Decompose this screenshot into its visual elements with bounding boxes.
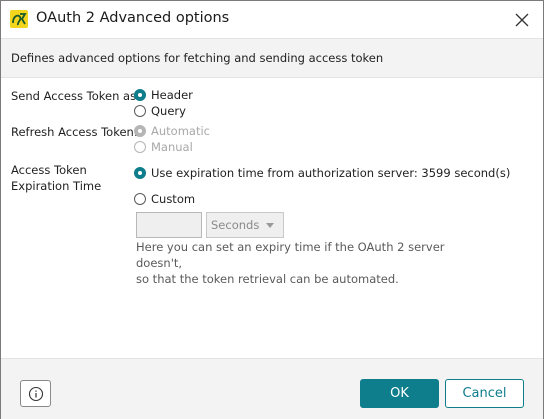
close-button[interactable] — [511, 9, 533, 31]
radio-indicator — [134, 193, 146, 205]
radio-manual-label: Manual — [151, 140, 193, 154]
dialog-description: Defines advanced options for fetching an… — [11, 51, 384, 65]
expiration-unit-select[interactable]: Seconds — [206, 212, 284, 238]
info-icon — [28, 386, 44, 402]
cancel-button[interactable]: Cancel — [445, 379, 524, 408]
radio-indicator — [134, 89, 146, 101]
radio-custom[interactable]: Custom — [134, 191, 195, 207]
radio-server-expiration[interactable]: Use expiration time from authorization s… — [134, 165, 510, 181]
radio-indicator — [134, 167, 146, 179]
radio-header-label: Header — [151, 88, 193, 102]
hint-line2: so that the token retrieval can be autom… — [136, 272, 399, 286]
radio-server-expiration-label: Use expiration time from authorization s… — [151, 166, 511, 180]
radio-automatic-label: Automatic — [151, 124, 210, 138]
radio-custom-label: Custom — [151, 192, 196, 206]
refresh-token-label: Refresh Access Token: — [11, 125, 138, 139]
dialog-footer: OK Cancel — [1, 358, 543, 419]
expiration-label-line2: Expiration Time — [11, 179, 102, 193]
radio-indicator — [134, 141, 146, 153]
title-bar: OAuth 2 Advanced options — [1, 1, 543, 38]
unit-select-value: Seconds — [211, 218, 260, 232]
custom-expiration-input[interactable] — [136, 212, 202, 238]
oauth2-advanced-options-dialog: OAuth 2 Advanced options Defines advance… — [0, 0, 544, 419]
radio-automatic[interactable]: Automatic — [134, 123, 210, 139]
radio-query[interactable]: Query — [134, 103, 186, 119]
ok-button[interactable]: OK — [360, 379, 439, 408]
chevron-down-icon — [266, 223, 274, 228]
app-logo-icon — [10, 10, 28, 28]
close-icon — [515, 13, 529, 27]
expiration-label-line1: Access Token — [11, 163, 87, 177]
radio-indicator — [134, 105, 146, 117]
description-band: Defines advanced options for fetching an… — [1, 38, 543, 78]
info-button[interactable] — [20, 380, 51, 407]
expiration-hint: Here you can set an expiry time if the O… — [136, 239, 476, 287]
radio-indicator — [134, 125, 146, 137]
dialog-title: OAuth 2 Advanced options — [36, 10, 230, 26]
hint-line1: Here you can set an expiry time if the O… — [136, 240, 445, 270]
radio-manual[interactable]: Manual — [134, 139, 193, 155]
send-token-label: Send Access Token as: — [11, 89, 140, 103]
radio-query-label: Query — [151, 104, 186, 118]
radio-header[interactable]: Header — [134, 87, 193, 103]
